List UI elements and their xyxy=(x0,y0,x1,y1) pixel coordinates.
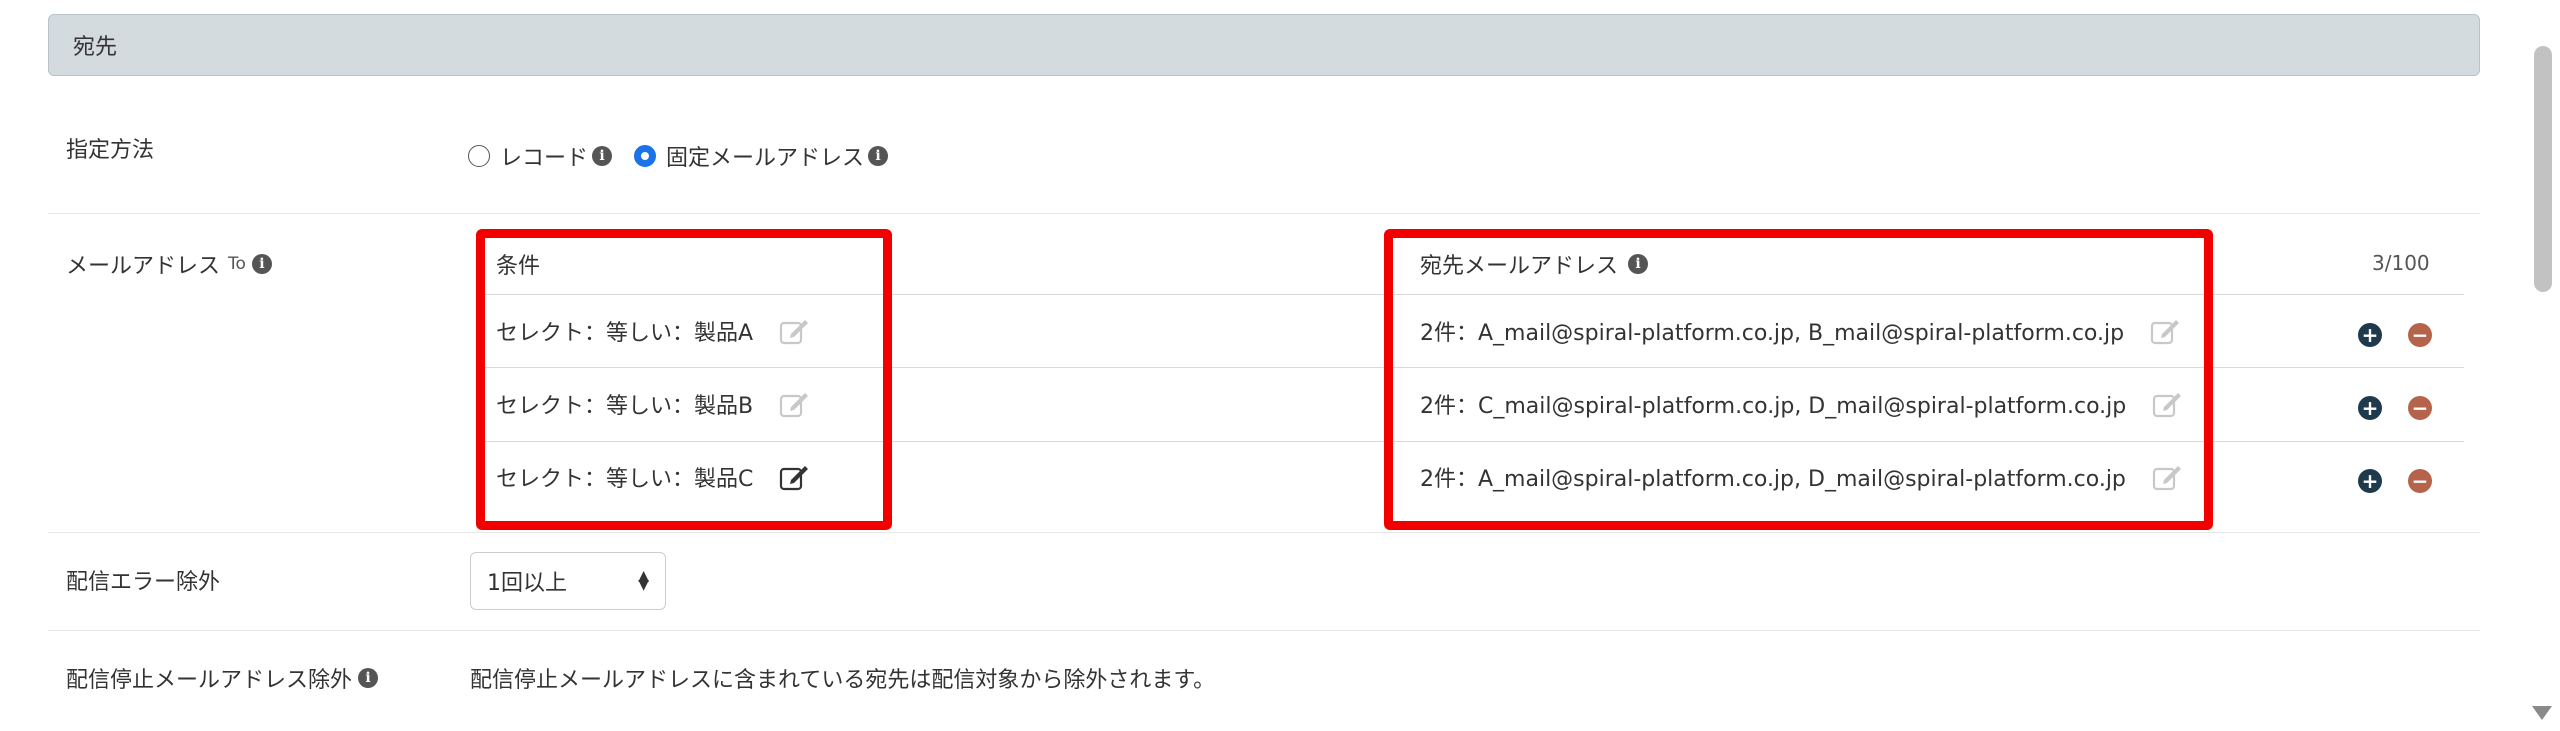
info-icon[interactable]: i xyxy=(868,146,889,166)
remove-row-button[interactable]: − xyxy=(2408,323,2432,347)
delivery-error-label: 配信エラー除外 xyxy=(66,570,221,595)
row-count: 3/100 xyxy=(2372,251,2430,275)
info-icon[interactable]: i xyxy=(358,668,379,688)
section-title: 宛先 xyxy=(73,35,118,60)
divider xyxy=(48,213,2480,214)
updown-caret-icon: ▲ ▼ xyxy=(638,568,649,593)
radio-record[interactable]: レコード i xyxy=(468,140,613,172)
scroll-down-arrow-icon[interactable] xyxy=(2532,706,2552,720)
stop-exclusion-label: 配信停止メールアドレス除外 i xyxy=(66,662,379,694)
radio-record-circle[interactable] xyxy=(468,145,490,167)
divider xyxy=(48,532,2480,533)
add-row-button[interactable]: + xyxy=(2358,396,2382,420)
condition-highlight-box xyxy=(476,229,892,530)
address-highlight-box xyxy=(1384,229,2213,530)
settings-page: 宛先 指定方法 レコード i 固定メールアドレス i メールアドレス To i … xyxy=(0,0,2560,731)
remove-row-button[interactable]: − xyxy=(2408,469,2432,493)
divider xyxy=(48,630,2480,631)
method-radio-group: レコード i 固定メールアドレス i xyxy=(468,140,910,172)
radio-fixed-address-circle[interactable] xyxy=(634,145,657,167)
section-header: 宛先 xyxy=(48,14,2480,76)
scrollbar-thumb[interactable] xyxy=(2534,46,2552,292)
remove-row-button[interactable]: − xyxy=(2408,396,2432,420)
radio-fixed-address[interactable]: 固定メールアドレス i xyxy=(634,140,889,172)
info-icon[interactable]: i xyxy=(592,146,613,166)
info-icon[interactable]: i xyxy=(251,254,272,274)
email-to-label: メールアドレス To i xyxy=(66,248,272,280)
stop-exclusion-description: 配信停止メールアドレスに含まれている宛先は配信対象から除外されます。 xyxy=(470,668,1216,693)
delivery-error-select[interactable]: 1回以上 ▲ ▼ xyxy=(470,552,666,610)
method-label: 指定方法 xyxy=(66,138,155,163)
add-row-button[interactable]: + xyxy=(2358,469,2382,493)
add-row-button[interactable]: + xyxy=(2358,323,2382,347)
